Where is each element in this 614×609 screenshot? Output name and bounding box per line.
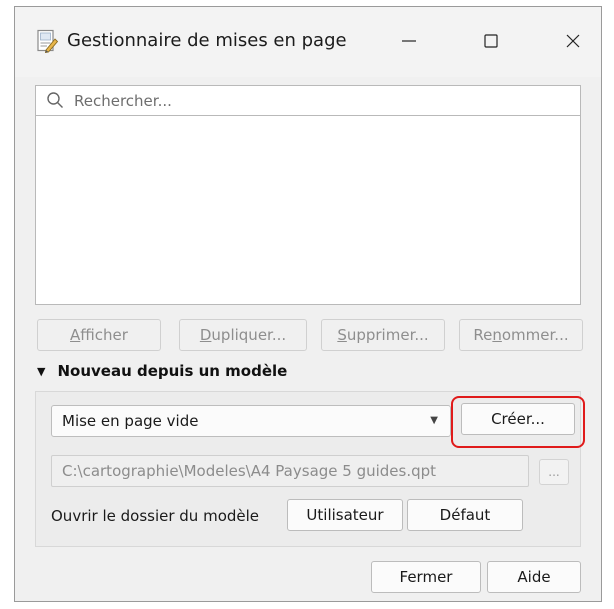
- duplicate-label-post: upliquer...: [211, 326, 287, 344]
- window-title: Gestionnaire de mises en page: [67, 30, 347, 51]
- default-folder-button[interactable]: Défaut: [407, 499, 523, 531]
- show-label-post: fficher: [80, 326, 128, 344]
- delete-label-mnemonic: S: [337, 326, 347, 344]
- open-folder-label: Ouvrir le dossier du modèle: [51, 507, 260, 525]
- maximize-icon: [484, 34, 498, 48]
- close-icon: [566, 34, 580, 48]
- show-button[interactable]: Afficher: [37, 319, 161, 351]
- rename-label-pre: Re: [473, 326, 493, 344]
- minimize-icon: [402, 40, 416, 42]
- show-label-mnemonic: A: [70, 326, 81, 344]
- user-folder-button[interactable]: Utilisateur: [287, 499, 403, 531]
- title-bar: Gestionnaire de mises en page: [15, 7, 601, 77]
- template-select[interactable]: Mise en page vide ▼: [51, 405, 451, 437]
- template-group-title: Nouveau depuis un modèle: [57, 362, 288, 380]
- delete-button[interactable]: Supprimer...: [321, 319, 445, 351]
- rename-label-post: ommer...: [501, 326, 569, 344]
- search-box[interactable]: [35, 85, 581, 115]
- help-button[interactable]: Aide: [487, 561, 581, 593]
- collapse-arrow-icon: ▼: [37, 364, 46, 378]
- search-icon: [46, 91, 64, 109]
- minimize-button[interactable]: [381, 21, 437, 61]
- browse-button[interactable]: ...: [539, 459, 569, 485]
- create-highlight-annotation: [451, 396, 585, 448]
- template-select-value: Mise en page vide: [62, 412, 199, 430]
- rename-label-mnemonic: n: [492, 326, 502, 344]
- layout-manager-dialog: Gestionnaire de mises en page Afficher D…: [14, 6, 602, 602]
- delete-label-post: upprimer...: [346, 326, 429, 344]
- search-input[interactable]: [72, 89, 566, 113]
- template-group-toggle[interactable]: ▼ Nouveau depuis un modèle: [37, 360, 287, 382]
- maximize-button[interactable]: [463, 21, 519, 61]
- close-button[interactable]: [545, 21, 601, 61]
- duplicate-label-mnemonic: D: [199, 326, 212, 344]
- rename-button[interactable]: Re n ommer...: [459, 319, 583, 351]
- duplicate-button[interactable]: Dupliquer...: [179, 319, 307, 351]
- template-path-field: C:\cartographie\Modeles\A4 Paysage 5 gui…: [51, 455, 529, 487]
- layout-list[interactable]: [35, 115, 581, 305]
- template-path-value: C:\cartographie\Modeles\A4 Paysage 5 gui…: [62, 462, 437, 480]
- layout-manager-icon: [35, 29, 59, 54]
- chevron-down-icon: ▼: [430, 415, 438, 426]
- close-dialog-button[interactable]: Fermer: [371, 561, 481, 593]
